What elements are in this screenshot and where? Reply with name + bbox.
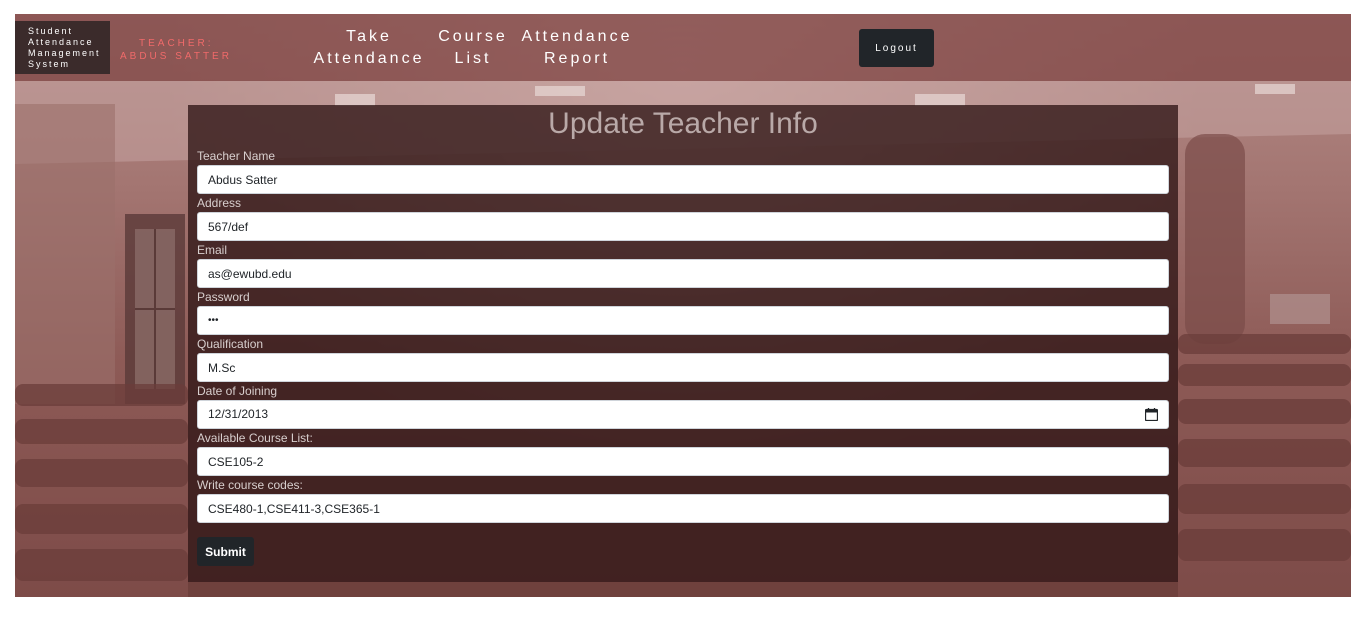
nav-attendance-report[interactable]: Attendance Report <box>519 26 635 70</box>
logout-button[interactable]: Logout <box>859 29 934 67</box>
teacher-name-input[interactable] <box>197 165 1169 194</box>
nav-attendance-report-line2: Report <box>543 50 611 67</box>
teacher-name-label: Teacher Name <box>197 149 276 163</box>
nav-course-list-line1: Course <box>438 28 508 45</box>
course-codes-label: Write course codes: <box>197 478 303 492</box>
password-input[interactable]: ••• <box>197 306 1169 335</box>
nav-course-list[interactable]: Course List <box>435 26 511 70</box>
nav-course-list-line2: List <box>454 50 492 67</box>
email-input[interactable] <box>197 259 1169 288</box>
brand-logo[interactable]: Student Attendance Management System <box>15 21 110 74</box>
course-codes-input[interactable] <box>197 494 1169 523</box>
nav-take-attendance-line1: Take <box>346 28 392 45</box>
top-navbar: Student Attendance Management System TEA… <box>15 14 1351 81</box>
available-course-list-label: Available Course List: <box>197 431 313 445</box>
address-label: Address <box>197 196 242 210</box>
address-input[interactable] <box>197 212 1169 241</box>
brand-line-2: Attendance <box>28 37 94 47</box>
submit-button[interactable]: Submit <box>197 537 254 566</box>
brand-line-3: Management <box>28 48 101 58</box>
form-title: Update Teacher Info <box>548 107 818 140</box>
nav-take-attendance[interactable]: Take Attendance <box>311 26 427 70</box>
brand-line-1: Student <box>28 26 74 36</box>
nav-take-attendance-line2: Attendance <box>313 50 425 67</box>
qualification-input[interactable] <box>197 353 1169 382</box>
date-of-joining-label: Date of Joining <box>197 384 278 398</box>
teacher-tag-label: TEACHER: <box>139 38 214 49</box>
date-of-joining-input[interactable]: 12/31/2013 <box>197 400 1169 429</box>
teacher-name-tag: TEACHER: ABDUS SATTER <box>120 37 232 63</box>
app-frame: Student Attendance Management System TEA… <box>15 14 1351 597</box>
calendar-icon[interactable] <box>1145 408 1158 421</box>
teacher-tag-name: ABDUS SATTER <box>120 51 232 62</box>
date-of-joining-value: 12/31/2013 <box>208 407 269 421</box>
brand-line-4: System <box>28 59 71 69</box>
qualification-label: Qualification <box>197 337 264 351</box>
nav-attendance-report-line1: Attendance <box>521 28 633 45</box>
password-label: Password <box>197 290 250 304</box>
update-teacher-form: Update Teacher Info Teacher Name Address… <box>188 105 1178 582</box>
email-label: Email <box>197 243 228 257</box>
available-course-list-input[interactable] <box>197 447 1169 476</box>
